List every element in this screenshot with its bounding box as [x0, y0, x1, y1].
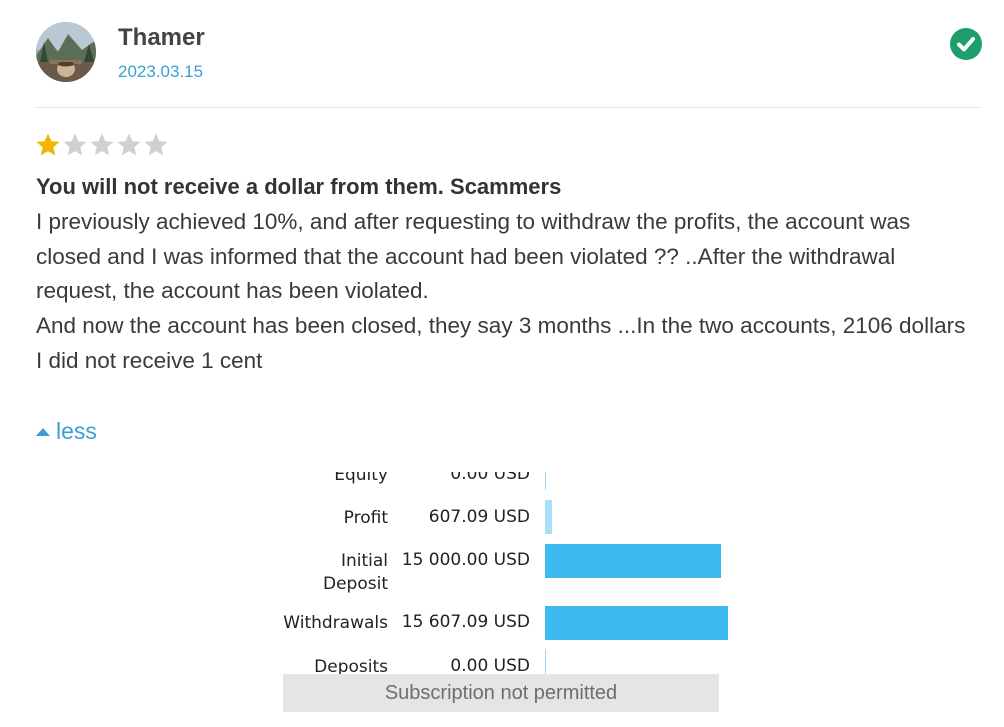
review-paragraph: I did not receive 1 cent — [36, 347, 263, 373]
star-rating — [35, 132, 169, 158]
stat-label: Initial Deposit — [323, 551, 388, 594]
stat-label: Profit — [343, 508, 388, 528]
stat-value: 607.09 USD — [428, 507, 530, 527]
review-body: I previously achieved 10%, and after req… — [36, 205, 976, 379]
check-circle-icon — [950, 28, 982, 60]
stat-label: Equity — [334, 472, 388, 485]
stat-value: 15 000.00 USD — [401, 550, 530, 570]
review-paragraph: And now the account has been closed, the… — [36, 313, 966, 339]
stat-bar — [545, 544, 721, 578]
caret-up-icon — [36, 427, 50, 436]
stat-label: Withdrawals — [283, 613, 388, 633]
stat-bar — [545, 500, 552, 534]
star-empty-icon — [63, 133, 87, 156]
review-title: You will not receive a dollar from them.… — [36, 174, 562, 199]
stat-axis-line — [545, 472, 546, 490]
header-divider — [35, 107, 981, 108]
show-less-label: less — [56, 418, 97, 444]
review-date: 2023.03.15 — [118, 62, 204, 81]
avatar[interactable] — [36, 22, 96, 82]
stat-value: 0.00 USD — [450, 472, 530, 484]
avatar-photo — [36, 22, 96, 82]
stat-value: 15 607.09 USD — [401, 612, 530, 632]
star-empty-icon — [117, 133, 141, 156]
stat-axis-line — [545, 649, 546, 675]
show-less-link[interactable]: less — [36, 418, 97, 445]
stat-bar — [545, 606, 728, 640]
stat-value: 0.00 USD — [450, 656, 530, 676]
reviewer-name[interactable]: Thamer — [118, 24, 205, 52]
star-empty-icon — [144, 133, 168, 156]
account-stats-chart: Equity 0.00 USD Profit 607.09 USD Initial Dep… — [270, 472, 750, 682]
star-empty-icon — [90, 133, 114, 156]
review-paragraph: I previously achieved 10%, and after req… — [36, 209, 911, 304]
star-filled-icon — [36, 133, 60, 156]
subscription-banner[interactable]: Subscription not permitted — [283, 674, 719, 712]
